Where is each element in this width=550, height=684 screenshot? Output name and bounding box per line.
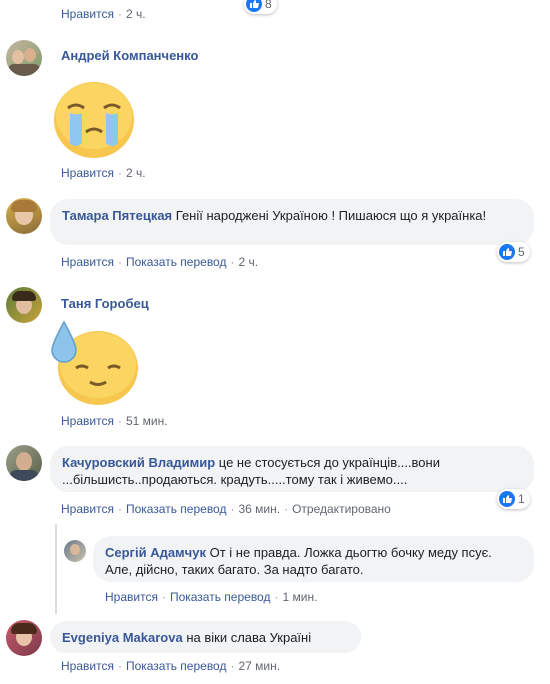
avatar[interactable] <box>6 445 42 481</box>
timestamp[interactable]: 2 ч. <box>238 255 258 269</box>
avatar[interactable] <box>64 540 86 562</box>
comment-author[interactable]: Андрей Компанченко <box>61 48 198 63</box>
like-reaction-icon <box>246 0 262 12</box>
comment-actions: Нравится · Показать перевод · 2 ч. <box>61 255 259 269</box>
like-link[interactable]: Нравится <box>61 166 114 180</box>
sweat-sticker <box>50 320 140 406</box>
like-link[interactable]: Нравится <box>61 7 114 21</box>
translate-link[interactable]: Показать перевод <box>126 255 227 269</box>
timestamp[interactable]: 51 мин. <box>126 414 168 428</box>
reply-bubble: Сергій Адамчук От і не правда. Ложка дьо… <box>93 536 534 582</box>
timestamp[interactable]: 27 мин. <box>238 659 280 673</box>
like-link[interactable]: Нравится <box>61 502 114 516</box>
reply-author[interactable]: Сергій Адамчук <box>105 545 206 560</box>
comment-author[interactable]: Таня Горобец <box>61 296 149 311</box>
like-reaction-icon <box>499 244 515 260</box>
avatar[interactable] <box>6 40 42 76</box>
like-link[interactable]: Нравится <box>105 590 158 604</box>
timestamp[interactable]: 1 мин. <box>282 590 317 604</box>
like-link[interactable]: Нравится <box>61 255 114 269</box>
comment-actions: Нравится · 2 ч. <box>61 7 146 21</box>
timestamp[interactable]: 36 мин. <box>238 502 280 516</box>
comment-actions: Нравится · Показать перевод · 27 мин. <box>61 659 281 673</box>
edited-label[interactable]: Отредактировано <box>292 502 391 516</box>
reply-actions: Нравится · Показать перевод · 1 мин. <box>105 590 318 604</box>
comment-bubble: Evgeniya Makarova на віки слава Україні <box>50 621 361 653</box>
comment-bubble: Тамара Пятецкая Генії народжені Україною… <box>50 199 534 245</box>
crying-sticker <box>50 80 138 160</box>
like-link[interactable]: Нравится <box>61 659 114 673</box>
avatar[interactable] <box>6 287 42 323</box>
like-link[interactable]: Нравится <box>61 414 114 428</box>
comment-text: на віки слава Україні <box>186 630 312 645</box>
comment-actions: Нравится · 51 мин. <box>61 414 168 428</box>
translate-link[interactable]: Показать перевод <box>126 502 227 516</box>
avatar[interactable] <box>6 198 42 234</box>
comment-text: Генії народжені Україною ! Пишаюся що я … <box>175 208 487 223</box>
timestamp[interactable]: 2 ч. <box>126 166 146 180</box>
reaction-count[interactable]: 8 <box>244 0 277 14</box>
comment-bubble: Качуровский Владимир це не стосується до… <box>50 446 534 492</box>
comment-actions: Нравится · Показать перевод · 36 мин. · Отреда… <box>61 502 391 516</box>
translate-link[interactable]: Показать перевод <box>126 659 227 673</box>
timestamp[interactable]: 2 ч. <box>126 7 146 21</box>
comment-author[interactable]: Тамара Пятецкая <box>62 208 172 223</box>
reaction-count[interactable]: 5 <box>497 242 530 262</box>
avatar[interactable] <box>6 620 42 656</box>
comment-actions: Нравится · 2 ч. <box>61 166 146 180</box>
reply-thread-line <box>55 524 57 614</box>
comment-author[interactable]: Качуровский Владимир <box>62 455 215 470</box>
reaction-count[interactable]: 1 <box>497 489 530 509</box>
translate-link[interactable]: Показать перевод <box>170 590 271 604</box>
comment-author[interactable]: Evgeniya Makarova <box>62 630 183 645</box>
like-reaction-icon <box>499 491 515 507</box>
